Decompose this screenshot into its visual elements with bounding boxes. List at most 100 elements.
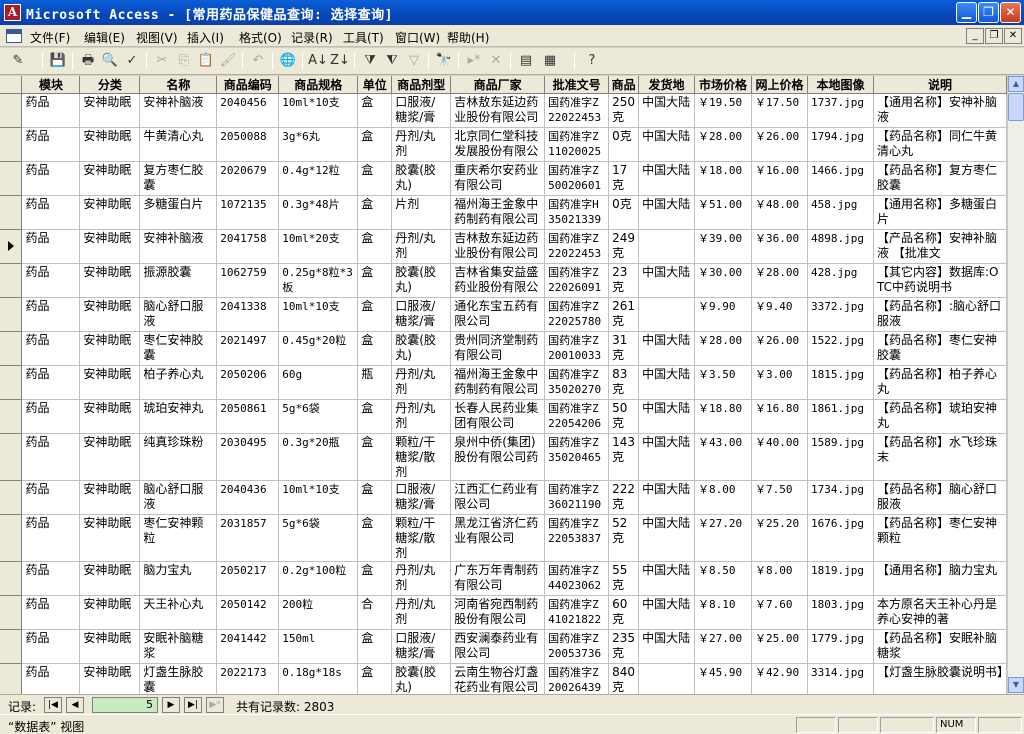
table-cell[interactable] xyxy=(638,663,696,694)
table-cell[interactable]: 琥珀安神丸 xyxy=(139,399,218,434)
spelling-icon[interactable]: ✓ xyxy=(122,51,142,71)
table-cell[interactable]: 盒 xyxy=(357,561,393,596)
table-cell[interactable]: 安神补脑液 xyxy=(139,229,218,264)
table-cell[interactable]: 中国大陆 xyxy=(638,127,696,162)
table-cell[interactable]: 55克 xyxy=(608,561,640,596)
table-cell[interactable]: ￥3.00 xyxy=(751,365,809,400)
column-header[interactable]: 说明 xyxy=(873,76,1007,94)
table-cell[interactable]: 83克 xyxy=(608,365,640,400)
table-cell[interactable]: ￥27.00 xyxy=(694,629,753,664)
record-selector[interactable] xyxy=(0,229,23,264)
table-cell[interactable]: 17克 xyxy=(608,161,640,196)
column-header[interactable]: 市场价格 xyxy=(694,76,753,94)
menu-file[interactable]: 文件(F) xyxy=(30,29,70,46)
table-row[interactable]: 药品 安神助眠 牛黄清心丸 2050088 3g*6丸盒丹剂/丸剂 北京同仁堂科技发展股份… xyxy=(0,127,1007,162)
format-painter-icon[interactable]: 🖌 xyxy=(218,51,238,71)
record-selector[interactable] xyxy=(0,263,23,298)
table-cell[interactable]: 1676.jpg xyxy=(807,514,874,562)
table-cell[interactable]: 中国大陆 xyxy=(638,263,696,298)
table-cell[interactable]: 吉林敖东延边药业股份有限公司 xyxy=(450,93,546,128)
table-cell[interactable]: 安眠补脑糖浆 xyxy=(139,629,218,664)
save-icon[interactable]: 💾 xyxy=(48,51,68,71)
table-cell[interactable]: 5g*6袋 xyxy=(278,399,359,434)
table-cell[interactable]: 1737.jpg xyxy=(807,93,874,128)
column-header[interactable]: 模块 xyxy=(21,76,81,94)
table-cell[interactable]: 0克 xyxy=(608,195,640,230)
table-cell[interactable]: 口服液/糖浆/膏 xyxy=(391,297,452,332)
table-cell[interactable]: 国药准字Z22022453 xyxy=(544,93,610,128)
column-header[interactable]: 商品 xyxy=(608,76,640,94)
table-row[interactable]: 药品 安神助眠 多糖蛋白片 1072135 0.3g*48片盒片剂 福州海王金象中药制药有… xyxy=(0,195,1007,230)
menu-window[interactable]: 窗口(W) xyxy=(395,29,440,46)
table-row[interactable]: 药品 安神助眠 脑心舒口服液 2040436 10ml*10支盒口服液/糖浆/膏 江西汇仁… xyxy=(0,480,1007,515)
table-cell[interactable]: 中国大陆 xyxy=(638,433,696,481)
restore-button[interactable]: ❐ xyxy=(978,2,999,23)
record-selector[interactable] xyxy=(0,629,23,664)
close-button[interactable]: ✕ xyxy=(1000,2,1021,23)
table-cell[interactable]: 1803.jpg xyxy=(807,595,874,630)
table-cell[interactable]: 0.45g*20粒 xyxy=(278,331,359,366)
copy-icon[interactable]: ⎘ xyxy=(174,51,194,71)
table-cell[interactable]: 国药准字Z20053736 xyxy=(544,629,610,664)
table-cell[interactable]: ￥18.00 xyxy=(694,161,753,196)
table-cell[interactable]: 【通用名称】多糖蛋白片 xyxy=(873,195,1007,230)
table-cell[interactable]: 吉林敖东延边药业股份有限公司 xyxy=(450,229,546,264)
table-cell[interactable]: 中国大陆 xyxy=(638,561,696,596)
table-cell[interactable]: 428.jpg xyxy=(807,263,874,298)
table-cell[interactable]: 药品 xyxy=(21,663,81,694)
table-cell[interactable]: 盒 xyxy=(357,433,393,481)
table-cell[interactable]: ￥17.50 xyxy=(751,93,809,128)
table-cell[interactable]: 23克 xyxy=(608,263,640,298)
table-cell[interactable]: 盒 xyxy=(357,195,393,230)
table-cell[interactable]: 重庆希尔安药业有限公司 xyxy=(450,161,546,196)
table-cell[interactable]: 0克 xyxy=(608,127,640,162)
access-app-icon[interactable]: A xyxy=(4,4,21,21)
table-cell[interactable]: 2030495 xyxy=(216,433,280,481)
table-cell[interactable] xyxy=(638,229,696,264)
table-cell[interactable]: 药品 xyxy=(21,399,81,434)
table-cell[interactable]: ￥26.00 xyxy=(751,127,809,162)
table-cell[interactable]: ￥42.90 xyxy=(751,663,809,694)
table-cell[interactable]: ￥9.40 xyxy=(751,297,809,332)
table-cell[interactable]: 【药品名称】安眠补脑糖浆 xyxy=(873,629,1007,664)
table-cell[interactable]: 盒 xyxy=(357,399,393,434)
table-cell[interactable]: 胶囊(胶丸) xyxy=(391,263,452,298)
table-row[interactable]: 药品 安神助眠 脑力宝丸 2050217 0.2g*100粒盒丹剂/丸剂 广东万年青制药有… xyxy=(0,561,1007,596)
table-cell[interactable]: ￥25.20 xyxy=(751,514,809,562)
table-cell[interactable]: 盒 xyxy=(357,297,393,332)
menu-insert[interactable]: 插入(I) xyxy=(187,29,224,46)
table-cell[interactable]: 【药品名称】同仁牛黄清心丸 xyxy=(873,127,1007,162)
table-cell[interactable]: 北京同仁堂科技发展股份有限公 xyxy=(450,127,546,162)
table-cell[interactable]: 丹剂/丸剂 xyxy=(391,561,452,596)
table-cell[interactable]: 2041338 xyxy=(216,297,280,332)
mdi-minimize-button[interactable]: _ xyxy=(966,28,984,44)
table-cell[interactable]: ￥8.00 xyxy=(694,480,753,515)
select-all-corner[interactable] xyxy=(0,76,23,94)
table-cell[interactable]: 中国大陆 xyxy=(638,514,696,562)
table-cell[interactable] xyxy=(638,297,696,332)
table-cell[interactable]: 60g xyxy=(278,365,359,400)
table-cell[interactable]: 西安澜泰药业有限公司 xyxy=(450,629,546,664)
table-cell[interactable]: 【药品名称】枣仁安神颗粒 xyxy=(873,514,1007,562)
table-cell[interactable]: 吉林省集安益盛药业股份有限公 xyxy=(450,263,546,298)
table-cell[interactable]: 2040456 xyxy=(216,93,280,128)
table-cell[interactable]: 药品 xyxy=(21,629,81,664)
table-cell[interactable]: 【通用名称】安神补脑液 xyxy=(873,93,1007,128)
datasheet-window-icon[interactable] xyxy=(6,29,22,43)
table-cell[interactable]: 河南省宛西制药股份有限公司 xyxy=(450,595,546,630)
table-cell[interactable]: 天王补心丸 xyxy=(139,595,218,630)
column-header[interactable]: 发货地 xyxy=(638,76,696,94)
record-selector[interactable] xyxy=(0,561,23,596)
table-cell[interactable]: 1734.jpg xyxy=(807,480,874,515)
table-cell[interactable]: 2050217 xyxy=(216,561,280,596)
table-cell[interactable]: 1779.jpg xyxy=(807,629,874,664)
table-cell[interactable]: 国药准字Z20010033 xyxy=(544,331,610,366)
table-cell[interactable]: 52克 xyxy=(608,514,640,562)
column-header[interactable]: 本地图像 xyxy=(807,76,874,94)
table-cell[interactable]: 药品 xyxy=(21,263,81,298)
table-cell[interactable]: 黑龙江省济仁药业有限公司 xyxy=(450,514,546,562)
table-cell[interactable]: 3g*6丸 xyxy=(278,127,359,162)
column-header[interactable]: 网上价格 xyxy=(751,76,809,94)
table-cell[interactable]: 盒 xyxy=(357,663,393,694)
scroll-down-button[interactable]: ▼ xyxy=(1008,677,1024,693)
